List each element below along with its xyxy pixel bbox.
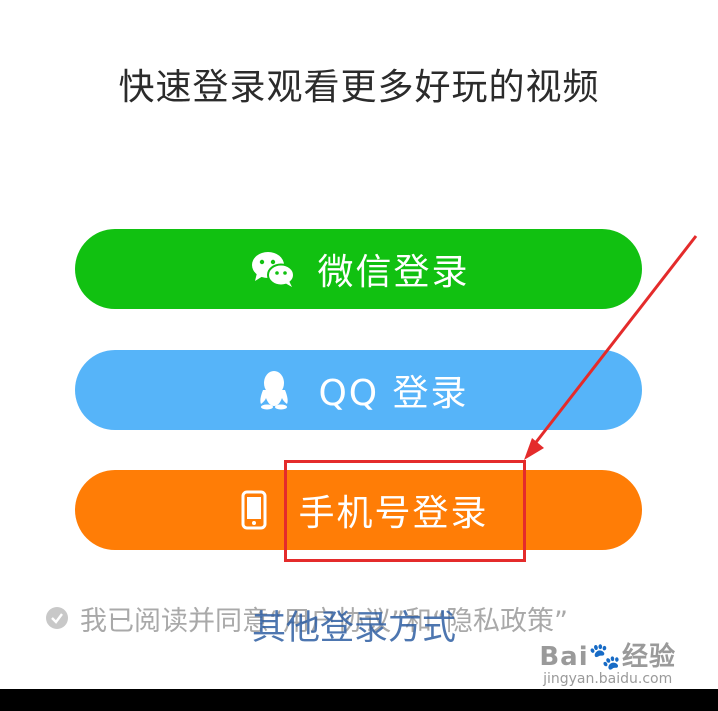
watermark-main: Bai — [539, 642, 589, 672]
annotation-arrow — [524, 235, 698, 460]
watermark-url: jingyan.baidu.com — [543, 671, 673, 687]
baidu-jingyan-watermark: Bai🐾经验 jingyan.baidu.com — [539, 636, 676, 687]
bottom-bar — [0, 689, 718, 711]
paw-icon: 🐾 — [588, 642, 622, 672]
watermark-suffix: 经验 — [621, 642, 676, 672]
